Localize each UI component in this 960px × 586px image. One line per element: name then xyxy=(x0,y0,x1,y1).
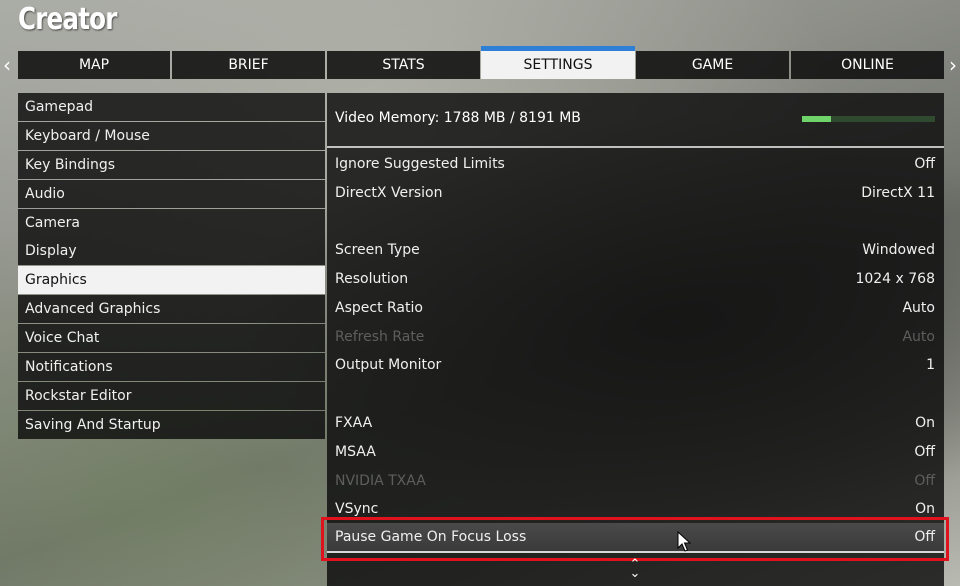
setting-label: VSync xyxy=(335,501,379,517)
video-memory-label: Video Memory: 1788 MB / 8191 MB xyxy=(335,110,581,126)
setting-label: Aspect Ratio xyxy=(335,300,423,316)
setting-fxaa[interactable]: FXAA On xyxy=(327,409,944,437)
menu-item-rockstar-editor[interactable]: Rockstar Editor xyxy=(18,381,325,410)
setting-screen-type[interactable]: Screen Type Windowed xyxy=(327,236,944,264)
tab-brief[interactable]: BRIEF xyxy=(172,51,325,79)
menu-item-display[interactable]: Display xyxy=(18,237,325,266)
setting-nvidia-txaa: NVIDIA TXAA Off xyxy=(327,467,944,495)
tab-settings[interactable]: SETTINGS xyxy=(481,46,635,79)
menu-item-saving-and-startup[interactable]: Saving And Startup xyxy=(18,410,325,439)
menu-item-notifications[interactable]: Notifications xyxy=(18,353,325,382)
menu-item-key-bindings[interactable]: Key Bindings xyxy=(18,150,325,179)
setting-value: 1 xyxy=(926,357,935,373)
setting-value: Off xyxy=(914,444,935,460)
setting-value: Windowed xyxy=(862,242,935,258)
setting-label: Output Monitor xyxy=(335,357,442,373)
menu-item-audio[interactable]: Audio xyxy=(18,179,325,208)
chevron-right-icon[interactable]: › xyxy=(946,54,960,76)
tab-game[interactable]: GAME xyxy=(636,51,789,79)
setting-resolution[interactable]: Resolution 1024 x 768 xyxy=(327,265,944,293)
page-title: Creator xyxy=(18,2,117,37)
settings-category-menu: Gamepad Keyboard / Mouse Key Bindings Au… xyxy=(18,93,325,440)
setting-label: Ignore Suggested Limits xyxy=(335,156,505,172)
setting-value: 1024 x 768 xyxy=(855,271,935,287)
setting-label: DirectX Version xyxy=(335,185,443,201)
setting-label: MSAA xyxy=(335,444,376,460)
video-memory-section: Video Memory: 1788 MB / 8191 MB xyxy=(327,93,944,148)
setting-vsync[interactable]: VSync On xyxy=(327,495,944,523)
setting-value: Off xyxy=(914,156,935,172)
setting-label: Screen Type xyxy=(335,242,420,258)
menu-item-advanced-graphics[interactable]: Advanced Graphics xyxy=(18,295,325,324)
setting-label: Refresh Rate xyxy=(335,329,425,345)
setting-value: Off xyxy=(914,529,935,545)
setting-value: DirectX 11 xyxy=(861,185,935,201)
setting-pause-game-on-focus-loss[interactable]: Pause Game On Focus Loss Off xyxy=(327,523,944,553)
menu-item-graphics[interactable]: Graphics xyxy=(18,266,325,295)
tab-online[interactable]: ONLINE xyxy=(791,51,944,79)
setting-msaa[interactable]: MSAA Off xyxy=(327,438,944,466)
setting-value: On xyxy=(915,501,935,517)
setting-aspect-ratio[interactable]: Aspect Ratio Auto xyxy=(327,294,944,322)
tab-map[interactable]: MAP xyxy=(18,51,170,79)
setting-value: Off xyxy=(914,473,935,489)
mouse-cursor-icon xyxy=(677,531,691,552)
chevron-left-icon[interactable]: ‹ xyxy=(0,54,14,76)
setting-value: On xyxy=(915,415,935,431)
tab-bar: MAP BRIEF STATS SETTINGS GAME ONLINE xyxy=(18,46,944,79)
tab-stats[interactable]: STATS xyxy=(327,51,480,79)
setting-value: Auto xyxy=(902,300,935,316)
setting-refresh-rate: Refresh Rate Auto xyxy=(327,323,944,351)
scroll-down-icon[interactable]: ⌃ ⌄ xyxy=(627,558,643,580)
menu-item-camera[interactable]: Camera xyxy=(18,208,325,237)
setting-label: NVIDIA TXAA xyxy=(335,473,426,489)
menu-item-voice-chat[interactable]: Voice Chat xyxy=(18,324,325,353)
setting-label: Resolution xyxy=(335,271,409,287)
setting-output-monitor[interactable]: Output Monitor 1 xyxy=(327,351,944,379)
setting-value: Auto xyxy=(902,329,935,345)
setting-label: FXAA xyxy=(335,415,373,431)
menu-item-keyboard-mouse[interactable]: Keyboard / Mouse xyxy=(18,121,325,150)
setting-ignore-suggested-limits[interactable]: Ignore Suggested Limits Off xyxy=(327,150,944,178)
video-memory-bar-fill xyxy=(802,116,831,122)
graphics-settings-panel: Video Memory: 1788 MB / 8191 MB Ignore S… xyxy=(327,93,944,586)
menu-item-gamepad[interactable]: Gamepad xyxy=(18,93,325,121)
setting-directx-version[interactable]: DirectX Version DirectX 11 xyxy=(327,179,944,207)
video-memory-bar xyxy=(802,116,935,122)
setting-label: Pause Game On Focus Loss xyxy=(335,529,527,545)
